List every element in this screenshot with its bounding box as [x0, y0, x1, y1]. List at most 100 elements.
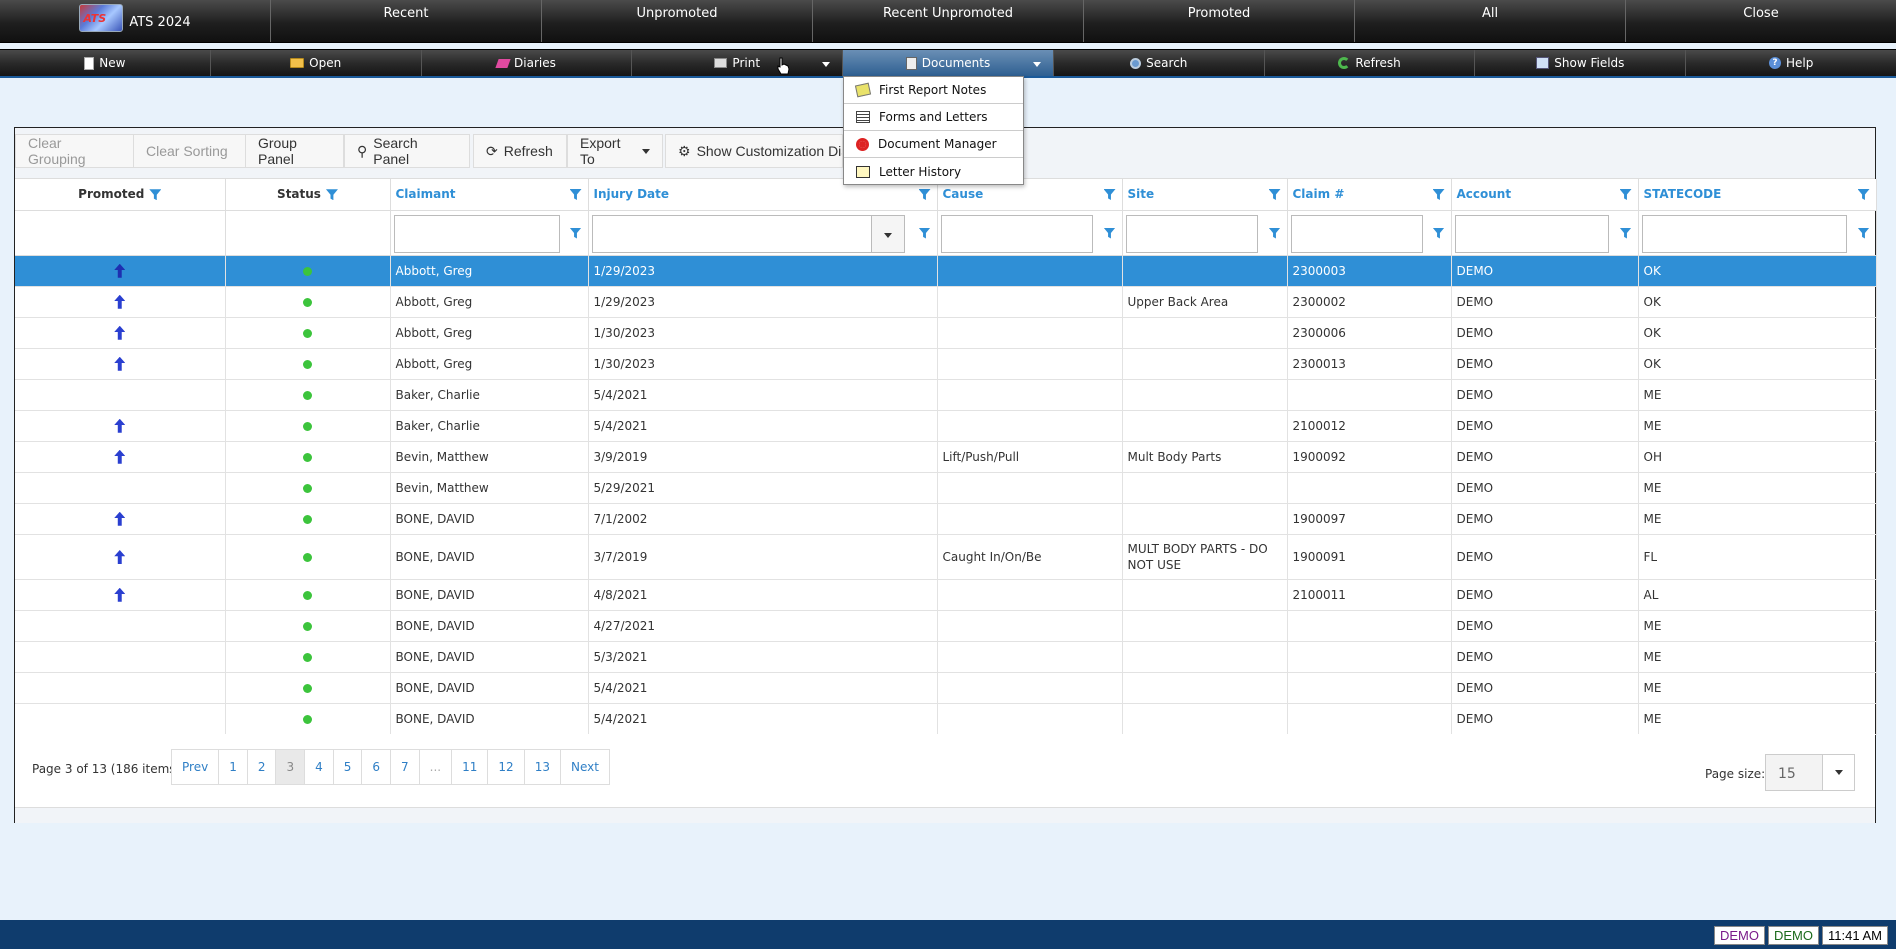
- column-header-site[interactable]: Site: [1122, 179, 1288, 211]
- filter-icon[interactable]: [1103, 227, 1116, 239]
- refresh-button[interactable]: Refresh: [1265, 50, 1476, 76]
- page-button[interactable]: 6: [362, 750, 392, 784]
- menu-item-letter-history[interactable]: Letter History: [844, 158, 1023, 185]
- nav-recent[interactable]: Recent: [271, 0, 542, 42]
- menu-item-forms-and-letters[interactable]: Forms and Letters: [844, 104, 1023, 131]
- table-row[interactable]: BONE, DAVID 7/1/2002 1900097 DEMO ME: [15, 503, 1877, 535]
- table-row[interactable]: Bevin, Matthew 5/29/2021 DEMO ME: [15, 472, 1877, 504]
- cause-cell: [937, 703, 1123, 735]
- filter-icon[interactable]: [569, 227, 582, 239]
- table-row[interactable]: Abbott, Greg 1/29/2023 2300003 DEMO OK: [15, 255, 1877, 287]
- table-row[interactable]: BONE, DAVID 4/27/2021 DEMO ME: [15, 610, 1877, 642]
- table-row[interactable]: BONE, DAVID 4/8/2021 2100011 DEMO AL: [15, 579, 1877, 611]
- filter-icon[interactable]: [1857, 227, 1870, 239]
- page-button[interactable]: 7: [391, 750, 420, 784]
- filter-icon[interactable]: [1432, 189, 1445, 200]
- filter-icon[interactable]: [1268, 227, 1281, 239]
- grid-refresh-button[interactable]: ⟳ Refresh: [473, 134, 567, 168]
- claim-number-filter-input[interactable]: [1290, 214, 1423, 253]
- prev-page-button[interactable]: Prev: [172, 750, 220, 784]
- next-page-button[interactable]: Next: [560, 750, 609, 784]
- filter-icon[interactable]: [1103, 189, 1116, 200]
- filter-icon[interactable]: [1857, 189, 1870, 200]
- promoted-arrow-icon: [114, 325, 126, 340]
- menu-item-document-manager[interactable]: Document Manager: [844, 131, 1023, 158]
- filter-icon[interactable]: [1619, 227, 1632, 239]
- injury-date-filter-input[interactable]: [591, 214, 872, 253]
- column-header-statecode[interactable]: STATECODE: [1638, 179, 1877, 211]
- page-button[interactable]: 2: [247, 750, 277, 784]
- filter-icon[interactable]: [325, 189, 338, 201]
- show-fields-button[interactable]: Show Fields: [1475, 50, 1687, 76]
- site-cell: [1122, 503, 1288, 535]
- table-row[interactable]: Bevin, Matthew 3/9/2019 Lift/Push/Pull Mult…: [15, 441, 1877, 473]
- claimant-filter-input[interactable]: [393, 214, 560, 253]
- nav-close[interactable]: Close: [1626, 0, 1896, 42]
- statecode-filter-input[interactable]: [1641, 214, 1847, 253]
- nav-recent-unpromoted[interactable]: Recent Unpromoted: [813, 0, 1084, 42]
- table-row[interactable]: Abbott, Greg 1/30/2023 2300006 DEMO OK: [15, 317, 1877, 349]
- table-row[interactable]: Abbott, Greg 1/29/2023 Upper Back Area 2300…: [15, 286, 1877, 318]
- print-button[interactable]: Print: [632, 50, 844, 76]
- page-button[interactable]: 1: [219, 750, 248, 784]
- table-row[interactable]: BONE, DAVID 3/7/2019 Caught In/On/Be MULT B…: [15, 534, 1877, 580]
- column-header-promoted[interactable]: Promoted: [15, 179, 226, 211]
- table-row[interactable]: BONE, DAVID 5/4/2021 DEMO ME: [15, 672, 1877, 704]
- page-button[interactable]: 11: [452, 750, 489, 784]
- cause-filter-input[interactable]: [940, 214, 1093, 253]
- nav-promoted[interactable]: Promoted: [1084, 0, 1355, 42]
- column-header-claimant[interactable]: Claimant: [390, 179, 589, 211]
- help-button[interactable]: ? Help: [1686, 50, 1896, 76]
- filter-icon[interactable]: [1432, 227, 1445, 239]
- statecode-cell: FL: [1638, 534, 1877, 580]
- search-button[interactable]: Search: [1054, 50, 1265, 76]
- chevron-down-icon[interactable]: [1032, 62, 1041, 67]
- claim-number-cell: 1900097: [1287, 503, 1452, 535]
- page-button[interactable]: 3: [276, 750, 306, 784]
- page-button[interactable]: 13: [524, 750, 561, 784]
- new-button[interactable]: New: [0, 50, 211, 76]
- search-panel-button[interactable]: ⚲ Search Panel: [344, 134, 470, 168]
- export-to-button[interactable]: Export To: [567, 134, 663, 168]
- account-filter-input[interactable]: [1454, 214, 1609, 253]
- column-header-claim-number[interactable]: Claim #: [1287, 179, 1452, 211]
- brand[interactable]: ATS ATS 2024: [0, 0, 271, 42]
- page-button[interactable]: 4: [305, 750, 334, 784]
- table-row[interactable]: Baker, Charlie 5/4/2021 DEMO ME: [15, 379, 1877, 411]
- column-header-status[interactable]: Status: [225, 179, 391, 211]
- clear-sorting-button[interactable]: Clear Sorting: [133, 134, 251, 168]
- account-cell: DEMO: [1451, 534, 1639, 580]
- table-row[interactable]: Abbott, Greg 1/30/2023 2300013 DEMO OK: [15, 348, 1877, 380]
- filter-icon[interactable]: [149, 189, 162, 201]
- table-row[interactable]: BONE, DAVID 5/3/2021 DEMO ME: [15, 641, 1877, 673]
- chevron-down-icon[interactable]: [822, 62, 831, 67]
- nav-all[interactable]: All: [1355, 0, 1626, 42]
- group-panel-button[interactable]: Group Panel: [245, 134, 344, 168]
- filter-icon[interactable]: [1268, 189, 1281, 200]
- filter-icon[interactable]: [569, 189, 582, 200]
- chevron-down-icon[interactable]: [1822, 755, 1854, 790]
- injury-date-cell: 5/29/2021: [588, 472, 938, 504]
- menu-item-first-report-notes[interactable]: First Report Notes: [844, 77, 1023, 104]
- table-row[interactable]: BONE, DAVID 5/4/2021 DEMO ME: [15, 703, 1877, 735]
- page-button[interactable]: 5: [333, 750, 363, 784]
- diaries-button[interactable]: Diaries: [422, 50, 633, 76]
- table-row[interactable]: Baker, Charlie 5/4/2021 2100012 DEMO ME: [15, 410, 1877, 442]
- clear-grouping-button[interactable]: Clear Grouping: [15, 134, 134, 168]
- filter-icon[interactable]: [1619, 189, 1632, 200]
- column-header-account[interactable]: Account: [1451, 179, 1639, 211]
- filter-icon[interactable]: [918, 189, 931, 200]
- refresh-button-label: Refresh: [1355, 56, 1401, 70]
- filter-icon[interactable]: [918, 227, 931, 239]
- documents-button[interactable]: Documents: [843, 50, 1054, 76]
- nav-unpromoted[interactable]: Unpromoted: [542, 0, 813, 42]
- page-size-select[interactable]: 15: [1765, 754, 1855, 791]
- filter-row: [15, 210, 1877, 256]
- status-cell: [225, 610, 391, 642]
- injury-date-picker-dropdown[interactable]: [870, 214, 905, 253]
- site-filter-input[interactable]: [1125, 214, 1258, 253]
- page-button[interactable]: 12: [488, 750, 525, 784]
- show-customization-button[interactable]: ⚙ Show Customization Dia: [665, 134, 843, 168]
- open-button[interactable]: Open: [211, 50, 422, 76]
- column-header-label: Cause: [942, 187, 984, 202]
